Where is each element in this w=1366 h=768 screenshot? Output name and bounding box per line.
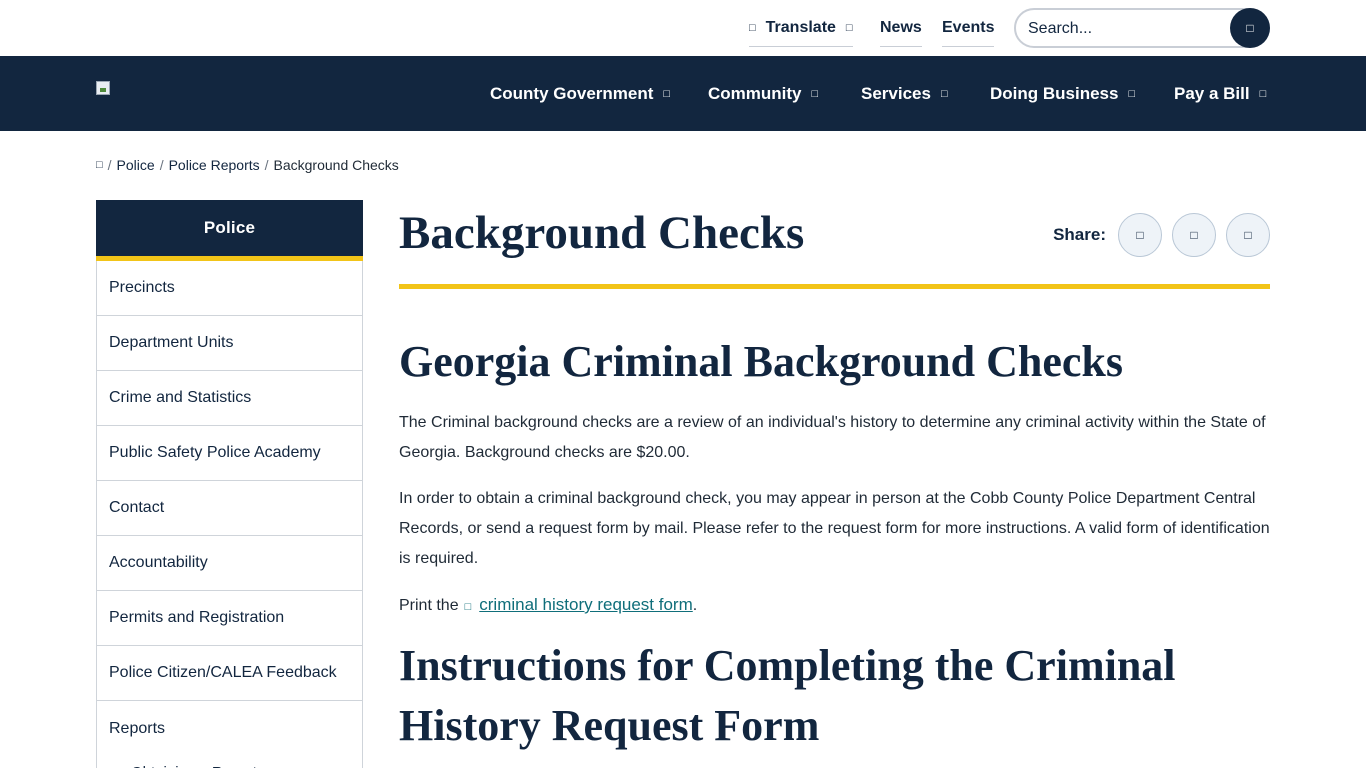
home-icon[interactable]: □	[96, 159, 103, 171]
share-email-button[interactable]: □	[1226, 213, 1270, 257]
twitter-icon: □	[1190, 228, 1198, 242]
sidebar-item-precincts[interactable]: Precincts	[97, 261, 362, 316]
nav-pay-a-bill[interactable]: Pay a Bill □	[1174, 84, 1266, 104]
broken-image-icon	[96, 81, 110, 95]
paragraph-print-form: Print the □ criminal history request form.	[399, 590, 1270, 622]
search-icon: □	[1246, 21, 1254, 35]
sidebar-item-accountability[interactable]: Accountability	[97, 536, 362, 591]
paragraph-obtain: In order to obtain a criminal background…	[399, 490, 1270, 567]
breadcrumb-police[interactable]: Police	[117, 157, 155, 173]
sidebar-nav: Police Precincts Department Units Crime …	[96, 200, 363, 768]
nav-label: County Government	[490, 84, 654, 103]
sidebar-item-police-academy[interactable]: Public Safety Police Academy	[97, 426, 362, 481]
page-title: Background Checks	[399, 207, 805, 259]
sidebar-subitem-obtaining-report[interactable]: Obtaining a Report	[97, 756, 362, 768]
sidebar-title[interactable]: Police	[96, 200, 363, 256]
chevron-down-icon: □	[663, 88, 671, 100]
share-bar: Share: □ □ □	[1053, 213, 1270, 257]
breadcrumb-separator: /	[264, 157, 269, 173]
chevron-down-icon: □	[940, 88, 948, 100]
facebook-icon: □	[1136, 228, 1144, 242]
nav-county-government[interactable]: County Government □	[490, 84, 670, 104]
paragraph-intro: The Criminal background checks are a rev…	[399, 414, 1266, 461]
globe-icon: □	[749, 22, 756, 34]
print-suffix: .	[692, 597, 698, 614]
translate-link[interactable]: □ Translate □	[749, 19, 853, 47]
events-link[interactable]: Events	[942, 19, 995, 47]
sidebar-item-permits[interactable]: Permits and Registration	[97, 591, 362, 646]
share-twitter-button[interactable]: □	[1172, 213, 1216, 257]
sidebar-item-contact[interactable]: Contact	[97, 481, 362, 536]
breadcrumb-separator: /	[159, 157, 164, 173]
sidebar-item-calea-feedback[interactable]: Police Citizen/CALEA Feedback	[97, 646, 362, 701]
main-nav: County Government □ Community □ Services □ …	[0, 56, 1366, 131]
nav-label: Community	[708, 84, 802, 103]
title-divider	[399, 284, 1270, 289]
sidebar-item-reports[interactable]: Reports	[97, 701, 362, 756]
file-icon: □	[464, 601, 472, 613]
utility-bar: □ Translate □ News Events □	[0, 0, 1366, 56]
chevron-down-icon: □	[1128, 88, 1136, 100]
breadcrumb-separator: /	[107, 157, 112, 173]
nav-services[interactable]: Services □	[861, 84, 948, 104]
breadcrumb: □ / Police / Police Reports / Background…	[96, 157, 399, 173]
chevron-down-icon: □	[1259, 88, 1267, 100]
criminal-history-form-link[interactable]: criminal history request form	[479, 595, 693, 614]
nav-label: Doing Business	[990, 84, 1119, 103]
sidebar-item-department-units[interactable]: Department Units	[97, 316, 362, 371]
events-label: Events	[942, 19, 995, 36]
search-input[interactable]	[1028, 18, 1218, 40]
sidebar-item-crime-statistics[interactable]: Crime and Statistics	[97, 371, 362, 426]
translate-label: Translate	[765, 19, 836, 36]
breadcrumb-police-reports[interactable]: Police Reports	[169, 157, 260, 173]
breadcrumb-current: Background Checks	[273, 157, 399, 173]
share-label: Share:	[1053, 225, 1106, 244]
share-facebook-button[interactable]: □	[1118, 213, 1162, 257]
news-link[interactable]: News	[880, 19, 922, 47]
sidebar-list: Precincts Department Units Crime and Sta…	[96, 261, 363, 768]
email-icon: □	[1244, 228, 1252, 242]
print-prefix: Print the	[399, 597, 459, 614]
nav-label: Pay a Bill	[1174, 84, 1250, 103]
chevron-down-icon: □	[811, 88, 819, 100]
news-label: News	[880, 19, 922, 36]
chevron-down-icon: □	[845, 22, 853, 34]
section-heading-background-checks: Georgia Criminal Background Checks	[399, 337, 1124, 386]
nav-label: Services	[861, 84, 931, 103]
section-heading-instructions: Instructions for Completing the Criminal…	[399, 641, 1176, 750]
nav-community[interactable]: Community □	[708, 84, 818, 104]
search-box: □	[1014, 8, 1270, 48]
county-logo[interactable]	[96, 81, 112, 97]
nav-doing-business[interactable]: Doing Business □	[990, 84, 1135, 104]
search-button[interactable]: □	[1230, 8, 1270, 48]
